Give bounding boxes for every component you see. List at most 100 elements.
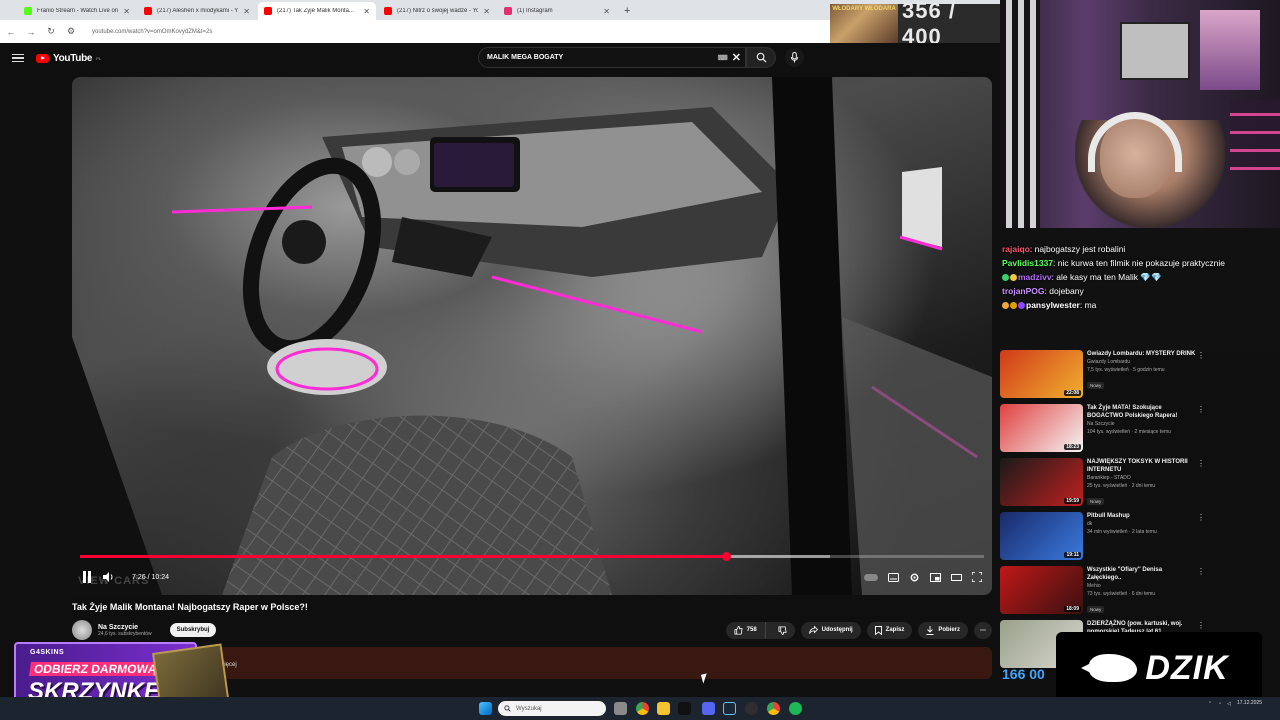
played-bar xyxy=(80,555,727,558)
recommendation-title[interactable]: Gwiazdy Lombardu: MYSTERY DRINK xyxy=(1087,350,1197,358)
recommendation-channel[interactable]: Na Szczycie xyxy=(1087,420,1197,428)
chat-message: pansylwester: ma xyxy=(1002,298,1280,312)
recommendation-channel[interactable]: Gwiazdy Lombardu xyxy=(1087,358,1197,366)
recommendation-thumbnail[interactable]: 19:59 xyxy=(1000,458,1083,506)
menu-icon[interactable] xyxy=(12,53,24,63)
miniplayer-icon[interactable] xyxy=(930,572,941,582)
steam-icon[interactable] xyxy=(723,702,736,715)
recommendation-item[interactable]: 22:08 Gwiazdy Lombardu: MYSTERY DRINK Gwia… xyxy=(1000,350,1205,404)
search-input[interactable]: MALIK MEGA BOGATY ⌨ ✕ xyxy=(478,47,746,68)
clear-search-icon[interactable]: ✕ xyxy=(732,51,741,64)
browser-tab[interactable]: (217) Tak Żyje Malik Monta... ✕ xyxy=(258,2,376,20)
kebab-menu-icon[interactable]: ⋮ xyxy=(1197,514,1205,566)
chat-text: : ale kasy ma ten Malik 💎💎 xyxy=(1051,272,1162,282)
kebab-menu-icon[interactable]: ⋮ xyxy=(1197,460,1205,512)
tab-close-icon[interactable]: ✕ xyxy=(483,7,490,16)
recommendation-title[interactable]: Pitbull Mashup xyxy=(1087,512,1197,520)
browser-tab[interactable]: (217) Nitrz o swojej wadze - YouTube ✕ xyxy=(378,2,496,20)
obs-icon[interactable] xyxy=(745,702,758,715)
recommendation-item[interactable]: 19:59 NAJWIĘKSZY TOKSYK W HISTORII INTERN… xyxy=(1000,458,1205,512)
chat-username[interactable]: pansylwester xyxy=(1026,300,1080,310)
youtube-logo[interactable]: YouTube PL xyxy=(36,53,101,64)
curtain xyxy=(1000,0,1040,228)
pause-icon[interactable] xyxy=(82,571,92,583)
more-icon: ⋯ xyxy=(980,627,986,634)
chat-username[interactable]: rajaiqo xyxy=(1002,244,1030,254)
tray-chevron-icon[interactable]: ⌃ xyxy=(1208,701,1212,707)
save-button[interactable]: Zapisz xyxy=(866,621,913,639)
new-tab-button[interactable]: + xyxy=(618,2,636,20)
recommendation-item[interactable]: 18:09 Wszystkie "Ofiary" Denisa Załęckieg… xyxy=(1000,566,1205,620)
voice-search-button[interactable] xyxy=(785,48,804,67)
recommendation-thumbnail[interactable]: 22:08 xyxy=(1000,350,1083,398)
new-badge: Nowy xyxy=(1087,382,1105,389)
taskbar-search[interactable]: Wyszukaj xyxy=(498,701,606,716)
keyboard-icon[interactable]: ⌨ xyxy=(718,54,728,62)
back-icon[interactable]: ← xyxy=(6,27,16,37)
browser-tab[interactable]: (1) Instagram ✕ xyxy=(498,2,616,20)
theater-mode-icon[interactable] xyxy=(951,573,962,582)
video-player[interactable]: VIEW CARS 7:26 / 10:24 xyxy=(72,77,992,595)
tab-close-icon[interactable]: ✕ xyxy=(363,7,370,16)
tab-favicon-icon xyxy=(504,7,512,15)
recommendation-thumbnail[interactable]: 18:09 xyxy=(1000,566,1083,614)
fullscreen-icon[interactable] xyxy=(972,572,982,582)
recommendation-title[interactable]: Wszystkie "Ofiary" Denisa Załęckiego.. xyxy=(1087,566,1197,582)
date-text: 17.12.2025 xyxy=(1236,700,1262,706)
recommendation-thumbnail[interactable]: 19:11 xyxy=(1000,512,1083,560)
autoplay-toggle[interactable] xyxy=(864,573,878,581)
dislike-button[interactable] xyxy=(770,622,795,639)
browser-tab[interactable]: (217) Aleshen x miodykami - YouTube ✕ xyxy=(138,2,256,20)
promo-brand: G4SKINS xyxy=(30,649,65,656)
recommendation-channel[interactable]: Mehio xyxy=(1087,582,1197,590)
kebab-menu-icon[interactable]: ⋮ xyxy=(1197,406,1205,458)
spotify-icon[interactable] xyxy=(789,702,802,715)
like-button[interactable]: 758 xyxy=(726,621,766,639)
video-progress-bar[interactable] xyxy=(80,552,984,561)
recommendation-thumbnail[interactable]: 18:23 xyxy=(1000,404,1083,452)
volume-icon[interactable] xyxy=(102,571,114,583)
download-button[interactable]: Pobierz xyxy=(918,621,968,639)
recommendation-title[interactable]: Tak Żyje MATA! Szokujące BOGACTWO Polski… xyxy=(1087,404,1197,420)
tab-favicon-icon xyxy=(264,7,272,15)
tab-close-icon[interactable]: ✕ xyxy=(243,7,250,16)
speaker-icon[interactable]: ◁ xyxy=(1227,701,1231,707)
chrome-active-icon[interactable] xyxy=(767,702,780,715)
task-view-icon[interactable] xyxy=(614,702,627,715)
recommendation-info: Pitbull Mashup dk 34 mln wyświetleń · 2 la… xyxy=(1087,512,1197,566)
tab-close-icon[interactable]: ✕ xyxy=(123,7,130,16)
subscribe-button[interactable]: Subskrybuj xyxy=(169,623,217,637)
more-actions-button[interactable]: ⋯ xyxy=(974,621,992,639)
start-icon[interactable] xyxy=(479,702,492,715)
channel-name[interactable]: Na Szczycie xyxy=(98,624,152,631)
wifi-icon[interactable]: ◔ xyxy=(1218,701,1221,707)
discord-icon[interactable] xyxy=(702,702,715,715)
kebab-menu-icon[interactable]: ⋮ xyxy=(1197,352,1205,404)
chrome-icon[interactable] xyxy=(636,702,649,715)
site-info-icon[interactable]: ⚙ xyxy=(66,26,76,37)
recommendation-item[interactable]: 19:11 Pitbull Mashup dk 34 mln wyświetleń ·… xyxy=(1000,512,1205,566)
reload-icon[interactable]: ↻ xyxy=(46,26,56,37)
recommendation-channel[interactable]: Barankiep - STADO xyxy=(1087,474,1197,482)
subtitles-icon[interactable] xyxy=(888,572,899,582)
recommendation-info: Wszystkie "Ofiary" Denisa Załęckiego.. Me… xyxy=(1087,566,1197,620)
file-explorer-icon[interactable] xyxy=(657,702,670,715)
kebab-menu-icon[interactable]: ⋮ xyxy=(1197,568,1205,620)
share-button[interactable]: Udostępnij xyxy=(800,621,861,639)
search-button[interactable] xyxy=(746,47,776,68)
channel-avatar[interactable] xyxy=(72,620,92,640)
clock[interactable]: 17.12.2025 xyxy=(1237,700,1262,707)
address-bar[interactable]: youtube.com/watch?v=omOmKovydZM&t=2s xyxy=(92,29,212,35)
settings-icon[interactable] xyxy=(909,572,920,583)
recommendation-item[interactable]: 18:23 Tak Żyje MATA! Szokujące BOGACTWO P… xyxy=(1000,404,1205,458)
chat-username[interactable]: Pavlidis1337 xyxy=(1002,258,1053,268)
forward-icon[interactable]: → xyxy=(26,27,36,37)
chat-username[interactable]: madzivv xyxy=(1018,272,1052,282)
tab-close-icon[interactable]: ✕ xyxy=(603,7,610,16)
chat-username[interactable]: trojanPOG xyxy=(1002,286,1045,296)
browser-tab[interactable]: Franio Stream - Watch Live on Kick ✕ xyxy=(18,2,136,20)
recommendation-channel[interactable]: dk xyxy=(1087,520,1197,528)
recommendation-title[interactable]: NAJWIĘKSZY TOKSYK W HISTORII INTERNETU xyxy=(1087,458,1197,474)
thumbs-down-icon xyxy=(778,625,787,635)
app-icon-1[interactable] xyxy=(678,702,691,715)
